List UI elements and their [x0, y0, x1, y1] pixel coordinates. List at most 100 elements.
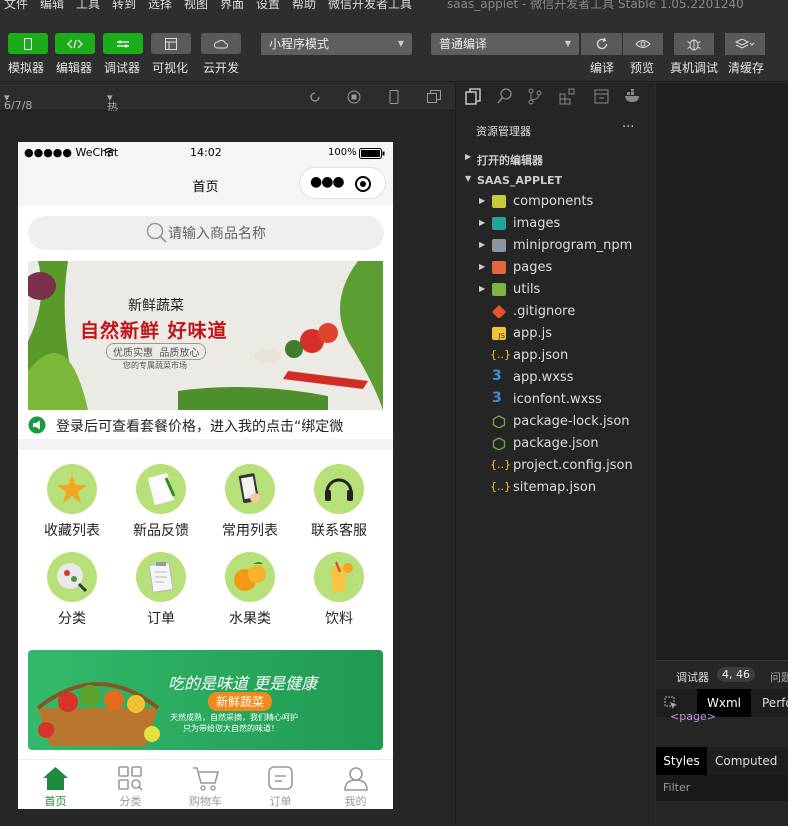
mode-select[interactable]: 小程序模式 ▼	[261, 33, 412, 55]
search-bar[interactable]: 请输入商品名称	[28, 216, 384, 250]
more-dots-icon[interactable]: ●●●	[310, 174, 345, 190]
tree-file-project-config-json[interactable]: {..} project.config.json	[456, 455, 656, 477]
search-icon[interactable]	[497, 88, 513, 105]
grid-label: 收藏列表	[44, 523, 100, 539]
grid-item-favorites[interactable]: 收藏列表	[32, 464, 112, 540]
compile-select[interactable]: 普通编译 ▼	[431, 33, 579, 55]
git-branch-icon[interactable]	[528, 88, 542, 105]
promo-desc2: 只为带给您大自然的味道！	[183, 724, 279, 733]
notice-bar[interactable]: 登录后可查看套餐价格，进入我的点击“绑定微	[18, 413, 393, 439]
spacer	[18, 630, 393, 650]
menu-view[interactable]: 视图	[184, 0, 208, 12]
filter-input[interactable]: Filter	[656, 775, 788, 801]
banner-tags: 优质实惠 品质放心	[106, 343, 207, 360]
real-device-debug-button[interactable]	[674, 33, 714, 55]
phone-simulator: ●●●●● WeChat 14:02 100% 首页 ●●● 请输入商品名称 新…	[18, 142, 393, 809]
toolbar: 模拟器 编辑器 调试器 可视化 云开发 小程序模式 ▼ 普通编译 ▼ 编译 预览…	[0, 15, 788, 82]
project-section[interactable]: ▼ SAAS_APPLET	[456, 169, 656, 191]
tree-folder-components[interactable]: ▶ components	[456, 191, 656, 213]
tab-label: 订单	[269, 795, 292, 808]
user-icon	[344, 767, 368, 791]
real-device-debug-label: 真机调试	[670, 61, 719, 75]
menu-select[interactable]: 选择	[148, 0, 172, 12]
issues-tab[interactable]: 问题	[770, 669, 788, 685]
tab-home[interactable]: 首页	[18, 760, 93, 809]
menu-interface[interactable]: 界面	[220, 0, 244, 12]
extensions-icon[interactable]	[559, 88, 576, 105]
tree-file-gitignore[interactable]: .gitignore	[456, 301, 656, 323]
open-editors-section[interactable]: ▶ 打开的编辑器	[456, 147, 656, 169]
grid-item-orders[interactable]: 订单	[121, 552, 201, 628]
grid-item-customer-service[interactable]: 联系客服	[299, 464, 379, 540]
preview-button[interactable]	[623, 33, 663, 55]
grid-item-fruits[interactable]: 水果类	[210, 552, 290, 628]
cloud-icon	[214, 39, 228, 48]
order-icon	[268, 766, 293, 790]
grid-item-drinks[interactable]: 饮料	[299, 552, 379, 628]
tab-styles[interactable]: Styles	[656, 747, 707, 775]
wifi-icon	[103, 147, 115, 157]
stop-icon[interactable]	[347, 90, 361, 104]
grid-item-category[interactable]: 分类	[32, 552, 112, 628]
debugger-button[interactable]	[103, 33, 143, 54]
menu-file[interactable]: 文件	[4, 0, 28, 12]
banner-image[interactable]: 新鲜蔬菜 自然新鲜 好味道 优质实惠 品质放心 您的专属蔬菜市场	[28, 261, 383, 410]
files-icon[interactable]	[465, 88, 481, 105]
headset-icon	[314, 464, 364, 514]
clear-cache-button[interactable]	[725, 33, 765, 55]
phone-icon[interactable]	[389, 90, 399, 104]
tree-folder-images[interactable]: ▶ images	[456, 213, 656, 235]
grid-label: 分类	[58, 611, 86, 627]
promo-banner[interactable]: 吃的是味道 更是健康 新鲜蔬菜 天然成熟，自然采摘，我们精心呵护 只为带给您大自…	[28, 650, 383, 750]
close-capsule-icon[interactable]	[354, 175, 372, 193]
tree-file-package-lock-json[interactable]: package-lock.json	[456, 411, 656, 433]
tree-file-app-js[interactable]: JS app.js	[456, 323, 656, 345]
tab-profile[interactable]: 我的	[318, 760, 393, 809]
tab-category[interactable]: 分类	[93, 760, 168, 809]
js-icon: JS	[492, 327, 506, 340]
tab-performance[interactable]: Perfo	[762, 696, 788, 710]
simulator-button[interactable]	[8, 33, 48, 54]
menu-wechat-devtools[interactable]: 微信开发者工具	[328, 0, 412, 12]
visual-button[interactable]	[151, 33, 191, 54]
menu-settings[interactable]: 设置	[256, 0, 280, 12]
menu-edit[interactable]: 编辑	[40, 0, 64, 12]
hot-reload-toggle[interactable]: 热重载 关 ▾	[107, 91, 118, 162]
editor-button[interactable]	[55, 33, 95, 54]
more-icon[interactable]: ···	[622, 120, 634, 135]
tree-folder-pages[interactable]: ▶ pages	[456, 257, 656, 279]
node-icon	[492, 415, 506, 428]
window-icon[interactable]	[427, 90, 441, 104]
tab-orders[interactable]: 订单	[243, 760, 318, 809]
storage-icon[interactable]	[594, 89, 609, 104]
tree-folder-utils[interactable]: ▶ utils	[456, 279, 656, 301]
menu-tools[interactable]: 工具	[76, 0, 100, 12]
tree-folder-miniprogram-npm[interactable]: ▶ miniprogram_npm	[456, 235, 656, 257]
tree-file-app-json[interactable]: {..} app.json	[456, 345, 656, 367]
grid-item-common-list[interactable]: 常用列表	[210, 464, 290, 540]
file-name: miniprogram_npm	[513, 238, 633, 253]
folder-image-icon	[492, 217, 506, 230]
menu-help[interactable]: 帮助	[292, 0, 316, 12]
page-node[interactable]: <page>	[670, 710, 716, 723]
grid-item-feedback[interactable]: 新品反馈	[121, 464, 201, 540]
docker-icon[interactable]	[624, 89, 642, 103]
compile-button[interactable]	[581, 33, 622, 55]
tree-file-package-json[interactable]: package.json	[456, 433, 656, 455]
device-select[interactable]: 6/7/8 100% 16 ▾	[4, 91, 35, 138]
banner-line3: 您的专属蔬菜市场	[123, 361, 187, 370]
visual-label: 可视化	[152, 61, 189, 75]
tab-cart[interactable]: 购物车	[168, 760, 243, 809]
debugger-title: 调试器	[676, 671, 709, 684]
juice-icon	[314, 552, 364, 602]
cloud-button[interactable]	[201, 33, 241, 54]
tree-file-app-wxss[interactable]: 3 app.wxss	[456, 367, 656, 389]
inspect-icon[interactable]	[664, 696, 678, 710]
chevron-right-icon: ▶	[479, 240, 486, 249]
tab-bar: 首页 分类 购物车 订单 我的	[18, 759, 393, 809]
rotate-icon[interactable]	[308, 90, 322, 104]
menu-goto[interactable]: 转到	[112, 0, 136, 12]
tab-computed[interactable]: Computed	[715, 754, 777, 768]
tree-file-sitemap-json[interactable]: {..} sitemap.json	[456, 477, 656, 499]
tree-file-iconfont-wxss[interactable]: 3 iconfont.wxss	[456, 389, 656, 411]
